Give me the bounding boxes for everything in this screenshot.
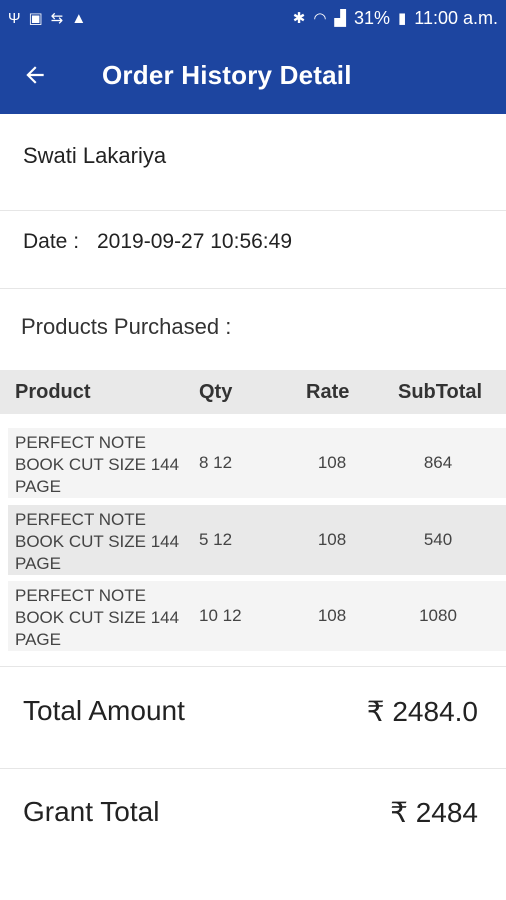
divider <box>0 666 506 667</box>
cell-product: PERFECT NOTE BOOK CUT SIZE 144 PAGE <box>15 433 180 496</box>
image-icon: ▣ <box>28 9 43 27</box>
cell-product: PERFECT NOTE BOOK CUT SIZE 144 PAGE <box>15 586 180 649</box>
grant-total-row: Grant Total ₹ 2484 <box>23 796 478 829</box>
table-row: PERFECT NOTE BOOK CUT SIZE 144 PAGE 8 12… <box>8 428 506 498</box>
total-amount-row: Total Amount ₹ 2484.0 <box>23 695 478 728</box>
sync-icon: ⇆ <box>50 9 64 27</box>
clock: 11:00 a.m. <box>414 7 498 28</box>
divider <box>0 288 506 289</box>
back-button[interactable] <box>0 36 70 114</box>
grant-total-label: Grant Total <box>23 796 160 827</box>
cell-product: PERFECT NOTE BOOK CUT SIZE 144 PAGE <box>15 510 180 573</box>
date-row: Date : 2019-09-27 10:56:49 <box>23 230 292 254</box>
cell-qty: 8 12 <box>199 453 233 472</box>
divider <box>0 210 506 211</box>
cell-subtotal: 1080 <box>419 606 457 625</box>
battery-icon: ▮ <box>398 9 407 27</box>
date-label: Date : <box>23 230 80 253</box>
date-value: 2019-09-27 10:56:49 <box>97 230 292 253</box>
arrow-left-icon <box>26 66 44 84</box>
warning-icon: ▲ <box>71 9 87 27</box>
divider <box>0 768 506 769</box>
column-header-product: Product <box>15 380 91 403</box>
page-title: Order History Detail <box>102 59 352 90</box>
status-bar: Ψ ▣ ⇆ ▲ ✱ ◠ ▟ 31% ▮ 11:00 a.m. <box>0 0 506 36</box>
wifi-icon: ◠ <box>313 9 327 27</box>
app-bar: Order History Detail <box>0 36 506 114</box>
bluetooth-icon: ✱ <box>292 9 306 27</box>
grant-total-value: ₹ 2484 <box>390 797 478 828</box>
table-row: PERFECT NOTE BOOK CUT SIZE 144 PAGE 5 12… <box>8 505 506 575</box>
cell-rate: 108 <box>317 606 347 625</box>
usb-icon: Ψ <box>8 9 21 27</box>
total-amount-label: Total Amount <box>23 695 185 726</box>
column-header-subtotal: SubTotal <box>398 380 483 403</box>
battery-percent: 31% <box>353 7 391 28</box>
table-header: Product Qty Rate SubTotal <box>0 370 506 414</box>
cell-rate: 108 <box>317 530 347 549</box>
status-right: ✱ ◠ ▟ 31% ▮ 11:00 a.m. <box>293 8 498 29</box>
cell-subtotal: 864 <box>423 453 453 472</box>
table-row: PERFECT NOTE BOOK CUT SIZE 144 PAGE 10 1… <box>8 581 506 651</box>
cell-subtotal: 540 <box>423 530 453 549</box>
column-header-qty: Qty <box>199 380 233 403</box>
signal-icon: ▟ <box>334 9 346 27</box>
status-left: Ψ ▣ ⇆ ▲ <box>8 11 86 26</box>
total-amount-value: ₹ 2484.0 <box>366 696 478 727</box>
cell-qty: 5 12 <box>199 530 233 549</box>
cell-rate: 108 <box>317 453 347 472</box>
cell-qty: 10 12 <box>199 606 242 625</box>
column-header-rate: Rate <box>306 380 350 403</box>
products-purchased-label: Products Purchased : <box>21 314 232 339</box>
customer-name: Swati Lakariya <box>23 143 167 168</box>
